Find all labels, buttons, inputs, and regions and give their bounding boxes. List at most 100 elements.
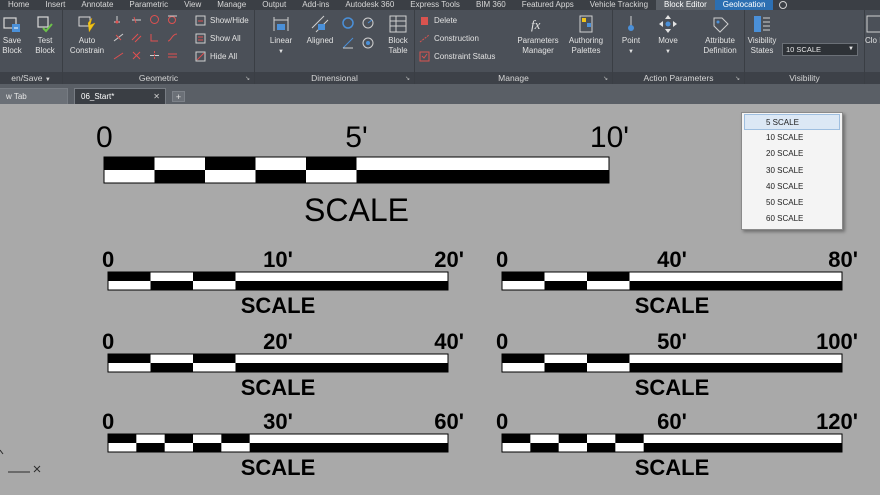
test-block-icon	[37, 16, 53, 33]
show-all-label: Show All	[210, 34, 241, 43]
authoring-palettes-button[interactable]: Authoring Palettes	[563, 14, 609, 55]
perpendicular-icon[interactable]	[149, 32, 160, 43]
panel-launcher-icon[interactable]: ↘	[735, 75, 740, 82]
scale-bar-1[interactable]: 0 10' 20' SCALE	[102, 247, 464, 318]
attribute-definition-button[interactable]: Attribute Definition	[697, 14, 743, 55]
close-block-editor-icon	[866, 15, 880, 33]
main-scale-bar[interactable]: 0 5' 10' SCALE	[96, 121, 629, 228]
dropdown-option[interactable]: 30 SCALE	[742, 163, 842, 179]
equal-icon[interactable]	[167, 50, 178, 61]
ribbon-tab-geolocation[interactable]: Geolocation	[714, 0, 774, 10]
scale-tick-label: 100'	[816, 329, 858, 354]
dropdown-option[interactable]: 5 SCALE	[744, 114, 840, 131]
construction-button[interactable]: Construction	[419, 33, 479, 44]
panel-title-open-save: en/Save ▼	[0, 72, 62, 84]
save-block-button[interactable]: Save Block	[0, 14, 24, 55]
ribbon-tab-bim-360[interactable]: BIM 360	[468, 0, 514, 10]
scale-bar-segment	[629, 281, 672, 290]
ribbon-tab-vehicle-tracking[interactable]: Vehicle Tracking	[582, 0, 656, 10]
auto-constrain-button[interactable]: Auto Constrain	[65, 14, 109, 55]
ribbon-tab-home[interactable]: Home	[0, 0, 37, 10]
linear-button[interactable]: Linear ▼	[263, 14, 299, 57]
delete-icon	[421, 17, 428, 25]
save-block-icon	[3, 17, 20, 32]
delete-label: Delete	[434, 16, 458, 25]
show-all-button[interactable]: Show All	[195, 33, 241, 44]
smooth-icon[interactable]	[167, 32, 178, 43]
scale-title: SCALE	[635, 375, 710, 400]
ribbon-tab-insert[interactable]: Insert	[37, 0, 73, 10]
ribbon-tab-output[interactable]: Output	[254, 0, 294, 10]
vertical-icon[interactable]	[131, 50, 142, 61]
file-tab-new[interactable]: w Tab	[0, 88, 68, 104]
scale-bar-4[interactable]: 0 50' 100' SCALE	[496, 329, 858, 400]
scale-bar-segment	[530, 443, 559, 452]
ribbon-tab-manage[interactable]: Manage	[209, 0, 254, 10]
main-scale[interactable]: 0 5' 10' SCALE	[96, 121, 629, 228]
point-button[interactable]: Point ▼	[615, 14, 647, 57]
panel-launcher-icon[interactable]: ↘	[245, 75, 250, 82]
scale-tick-label: 10'	[263, 247, 293, 272]
file-tab-06-start[interactable]: 06_Start* ✕	[74, 88, 166, 104]
scale-bar-segment	[502, 272, 545, 281]
symmetric-icon[interactable]	[149, 50, 160, 61]
ribbon-tab-annotate[interactable]: Annotate	[73, 0, 121, 10]
convert-icon[interactable]	[361, 36, 375, 50]
scale-bar-segment	[193, 272, 236, 281]
show-hide-button[interactable]: Show/Hide	[195, 15, 249, 26]
ribbon-tab-express-tools[interactable]: Express Tools	[402, 0, 468, 10]
move-button[interactable]: Move ▼	[651, 14, 685, 57]
close-block-editor-button[interactable]: Clo Bloc	[865, 14, 880, 46]
panel-launcher-icon[interactable]: ↘	[603, 75, 608, 82]
radius-icon[interactable]	[361, 16, 375, 30]
aligned-button[interactable]: Aligned	[301, 14, 339, 46]
save-block-label: Save Block	[2, 36, 22, 55]
scale-bar-segment	[502, 434, 531, 443]
scale-bar-segment	[278, 363, 448, 372]
test-block-button[interactable]: Test Block	[30, 14, 60, 55]
concentric-icon[interactable]	[149, 14, 160, 25]
visibility-state-select[interactable]: 10 SCALE ▼	[782, 43, 858, 56]
dropdown-option[interactable]: 40 SCALE	[742, 179, 842, 195]
horizontal-icon[interactable]	[113, 50, 124, 61]
panel-launcher-icon[interactable]: ↘	[405, 75, 410, 82]
block-table-button[interactable]: Block Table	[380, 14, 416, 55]
scale-bar-5[interactable]: 0 30' 60' SCALE	[102, 409, 464, 480]
ribbon-tab-autodesk-360[interactable]: Autodesk 360	[337, 0, 402, 10]
dropdown-option[interactable]: 10 SCALE	[742, 130, 842, 146]
delete-button[interactable]: Delete	[419, 15, 457, 26]
close-icon[interactable]: ✕	[153, 89, 160, 105]
scale-bar-3[interactable]: 0 20' 40' SCALE	[102, 329, 464, 400]
parameters-manager-button[interactable]: fx Parameters Manager	[513, 14, 563, 55]
dropdown-option[interactable]: 50 SCALE	[742, 195, 842, 211]
ribbon-tab-featured-apps[interactable]: Featured Apps	[514, 0, 582, 10]
visibility-states-button[interactable]: Visibility States	[745, 14, 779, 55]
ribbon-tab-parametric[interactable]: Parametric	[121, 0, 176, 10]
scale-tick-label: 0	[102, 409, 114, 434]
parallel-icon[interactable]	[131, 32, 142, 43]
diameter-icon[interactable]	[341, 36, 355, 50]
new-tab-button[interactable]: +	[172, 91, 185, 102]
hide-all-button[interactable]: Hide All	[195, 51, 237, 62]
constraint-status-button[interactable]: Constraint Status	[419, 51, 495, 62]
angular-icon[interactable]	[341, 16, 355, 30]
dropdown-option[interactable]: 20 SCALE	[742, 146, 842, 162]
scale-bar-segment	[558, 434, 587, 443]
coincident-icon[interactable]	[113, 14, 124, 25]
scale-bar-6[interactable]: 0 60' 120' SCALE	[496, 409, 858, 480]
collinear-icon[interactable]	[131, 14, 142, 25]
ribbon-minimize-icon[interactable]	[779, 1, 788, 9]
ribbon-tab-view[interactable]: View	[176, 0, 209, 10]
scale-bar-segment	[255, 170, 306, 183]
file-tab-label: 06_Start*	[81, 92, 115, 101]
ribbon-tab-add-ins[interactable]: Add-ins	[294, 0, 337, 10]
fix-icon[interactable]	[113, 32, 124, 43]
tangent-icon[interactable]	[167, 14, 178, 25]
dropdown-option[interactable]: 60 SCALE	[742, 211, 842, 227]
scale-tick-label: 0	[96, 121, 113, 154]
ribbon-tab-block-editor[interactable]: Block Editor	[656, 0, 715, 10]
scale-bar-2[interactable]: 0 40' 80' SCALE	[496, 247, 858, 318]
scale-bar-grid: 0 10' 20' SCALE 0 40' 80' SCALE 0 20' 40' SCALE 0 50'…	[102, 247, 858, 480]
panel-geometric: Auto Constrain Show/Hide Show All Hide A…	[63, 10, 255, 84]
scale-bar-segment	[544, 363, 587, 372]
